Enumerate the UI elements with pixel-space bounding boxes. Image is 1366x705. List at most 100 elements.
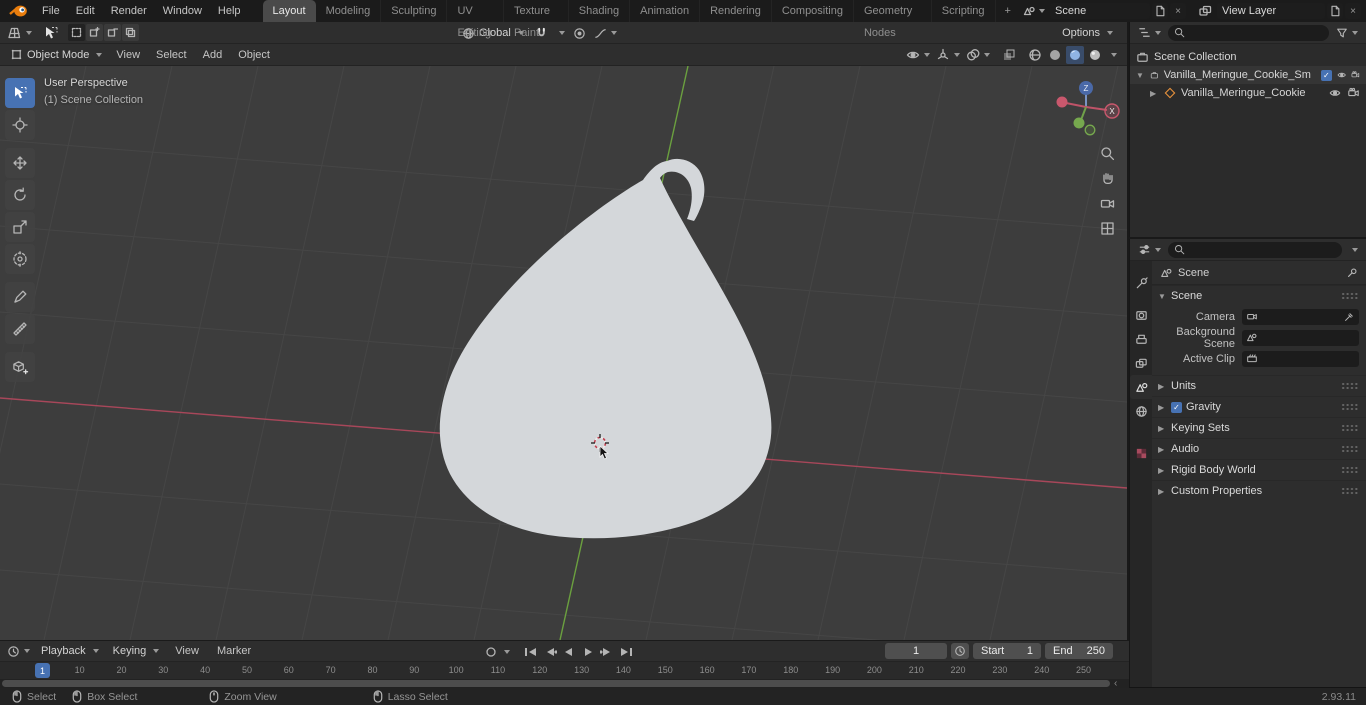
- expand-toggle-icon[interactable]: ▼: [1136, 71, 1145, 80]
- options-dropdown[interactable]: Options: [1056, 22, 1119, 44]
- shading-wireframe-button[interactable]: [1026, 46, 1044, 64]
- timeline-scrollbar[interactable]: [2, 680, 1110, 687]
- current-frame-field[interactable]: 1: [885, 643, 947, 659]
- object-visibility-dropdown[interactable]: [904, 46, 932, 64]
- gravity-checkbox[interactable]: ✓: [1171, 401, 1182, 413]
- menu-file[interactable]: File: [34, 0, 68, 22]
- outliner-editor-type-button[interactable]: [1135, 24, 1164, 42]
- scene-name-field[interactable]: Scene: [1050, 3, 1150, 19]
- workspace-tab-geometry-nodes[interactable]: Geometry Nodes: [854, 0, 932, 39]
- transform-tool-button[interactable]: [5, 244, 35, 274]
- auto-keying-button[interactable]: [482, 644, 500, 660]
- view-layer-field[interactable]: View Layer: [1217, 3, 1325, 19]
- add-workspace-button[interactable]: +: [996, 0, 1020, 22]
- drag-dots-icon[interactable]: [1341, 487, 1358, 495]
- playhead[interactable]: 1: [35, 663, 50, 678]
- gizmo-neg-x-axis[interactable]: [1056, 96, 1068, 108]
- play-button[interactable]: [579, 644, 597, 660]
- menu-view[interactable]: View: [108, 44, 148, 66]
- drag-dots-icon[interactable]: [1341, 292, 1358, 300]
- select-mode-subtract-button[interactable]: [104, 24, 121, 41]
- remove-view-layer-button[interactable]: ×: [1345, 3, 1361, 19]
- drag-dots-icon[interactable]: [1341, 445, 1358, 453]
- overlays-dropdown[interactable]: [964, 46, 992, 64]
- gizmo-y-axis[interactable]: [1073, 117, 1085, 129]
- scale-tool-button[interactable]: [5, 212, 35, 242]
- workspace-tab-shading[interactable]: Shading: [569, 0, 631, 22]
- toggle-orthographic-button[interactable]: [1096, 217, 1118, 239]
- start-frame-field[interactable]: Start 1: [973, 643, 1041, 659]
- annotate-tool-button[interactable]: [5, 282, 35, 312]
- properties-search-input[interactable]: [1168, 241, 1342, 258]
- collection-checkbox[interactable]: ✓: [1320, 69, 1332, 81]
- browse-view-layer-dropdown[interactable]: [1196, 2, 1215, 20]
- outliner-search-input[interactable]: [1168, 24, 1329, 41]
- meringue-cookie-object[interactable]: [439, 158, 772, 539]
- shading-rendered-button[interactable]: [1086, 46, 1104, 64]
- active-tool-button[interactable]: [40, 24, 62, 42]
- region-collapse-arrow[interactable]: ‹: [1114, 679, 1117, 689]
- tab-output-properties[interactable]: [1130, 327, 1152, 351]
- mode-dropdown[interactable]: Object Mode: [4, 46, 108, 64]
- eyedropper-icon[interactable]: [1344, 311, 1355, 322]
- section-custom-properties[interactable]: ▶ Custom Properties: [1152, 480, 1366, 501]
- menu-object[interactable]: Object: [230, 44, 278, 66]
- editor-type-button[interactable]: [4, 24, 35, 42]
- cursor-tool-button[interactable]: [5, 110, 35, 140]
- menu-render[interactable]: Render: [103, 0, 155, 22]
- workspace-tab-compositing[interactable]: Compositing: [772, 0, 854, 22]
- pan-button[interactable]: [1096, 167, 1118, 189]
- unlink-scene-button[interactable]: ×: [1170, 3, 1186, 19]
- active-clip-field[interactable]: [1242, 350, 1359, 367]
- expand-toggle-icon[interactable]: ▶: [1150, 89, 1159, 98]
- camera-field[interactable]: [1242, 308, 1359, 325]
- workspace-tab-texture-paint[interactable]: Texture Paint: [504, 0, 569, 39]
- menu-help[interactable]: Help: [210, 0, 249, 22]
- section-rigid-body-world[interactable]: ▶ Rigid Body World: [1152, 459, 1366, 480]
- workspace-tab-modeling[interactable]: Modeling: [316, 0, 382, 22]
- playback-dropdown[interactable]: Playback: [35, 642, 105, 660]
- viewport-3d[interactable]: Z X User Perspective (1) Scene Collectio…: [0, 66, 1127, 640]
- background-scene-field[interactable]: [1242, 329, 1359, 346]
- section-gravity[interactable]: ▶ ✓ Gravity: [1152, 396, 1366, 417]
- jump-to-next-keyframe-button[interactable]: [598, 644, 616, 660]
- tab-texture-properties[interactable]: [1130, 441, 1152, 465]
- move-tool-button[interactable]: [5, 148, 35, 178]
- workspace-tab-sculpting[interactable]: Sculpting: [381, 0, 448, 22]
- snap-settings-dropdown[interactable]: [553, 24, 568, 42]
- proportional-falloff-dropdown[interactable]: [591, 24, 620, 42]
- select-box-tool-button[interactable]: [5, 78, 35, 108]
- workspace-tab-scripting[interactable]: Scripting: [932, 0, 996, 22]
- keying-set-dropdown[interactable]: [501, 644, 513, 660]
- drag-dots-icon[interactable]: [1341, 424, 1358, 432]
- jump-to-end-button[interactable]: [617, 644, 635, 660]
- gizmos-dropdown[interactable]: [934, 46, 962, 64]
- outliner-row-collection[interactable]: ▼ Vanilla_Meringue_Cookie_Sm ✓: [1130, 66, 1366, 84]
- use-preview-range-button[interactable]: [951, 643, 969, 659]
- add-cube-tool-button[interactable]: [5, 352, 35, 382]
- drag-dots-icon[interactable]: [1341, 466, 1358, 474]
- disable-in-renders-icon[interactable]: [1351, 69, 1360, 81]
- workspace-tab-layout[interactable]: Layout: [262, 0, 316, 22]
- workspace-tab-animation[interactable]: Animation: [630, 0, 701, 22]
- tab-scene-properties[interactable]: [1130, 375, 1152, 399]
- shading-settings-dropdown[interactable]: [1106, 46, 1119, 64]
- browse-scene-dropdown[interactable]: [1020, 2, 1048, 20]
- section-audio[interactable]: ▶ Audio: [1152, 438, 1366, 459]
- section-units[interactable]: ▶ Units: [1152, 375, 1366, 396]
- xray-toggle-button[interactable]: [1000, 46, 1018, 64]
- new-scene-button[interactable]: [1152, 3, 1168, 19]
- workspace-tab-uv-editing[interactable]: UV Editing: [447, 0, 504, 39]
- play-reverse-button[interactable]: [560, 644, 578, 660]
- outliner-row-scene-collection[interactable]: Scene Collection: [1130, 48, 1366, 66]
- outliner-filter-button[interactable]: [1333, 24, 1361, 42]
- shading-solid-button[interactable]: [1046, 46, 1064, 64]
- select-mode-new-button[interactable]: [68, 24, 85, 41]
- timeline-ruler[interactable]: 1 10 20 30 40 50 60 70 80 90 100 110 120 130 140 150 16…: [0, 662, 1129, 679]
- pin-icon[interactable]: [1346, 267, 1358, 279]
- new-view-layer-button[interactable]: [1327, 3, 1343, 19]
- keying-dropdown[interactable]: Keying: [107, 642, 166, 660]
- drag-dots-icon[interactable]: [1341, 382, 1358, 390]
- menu-select[interactable]: Select: [148, 44, 195, 66]
- tab-tool-properties[interactable]: [1130, 271, 1152, 295]
